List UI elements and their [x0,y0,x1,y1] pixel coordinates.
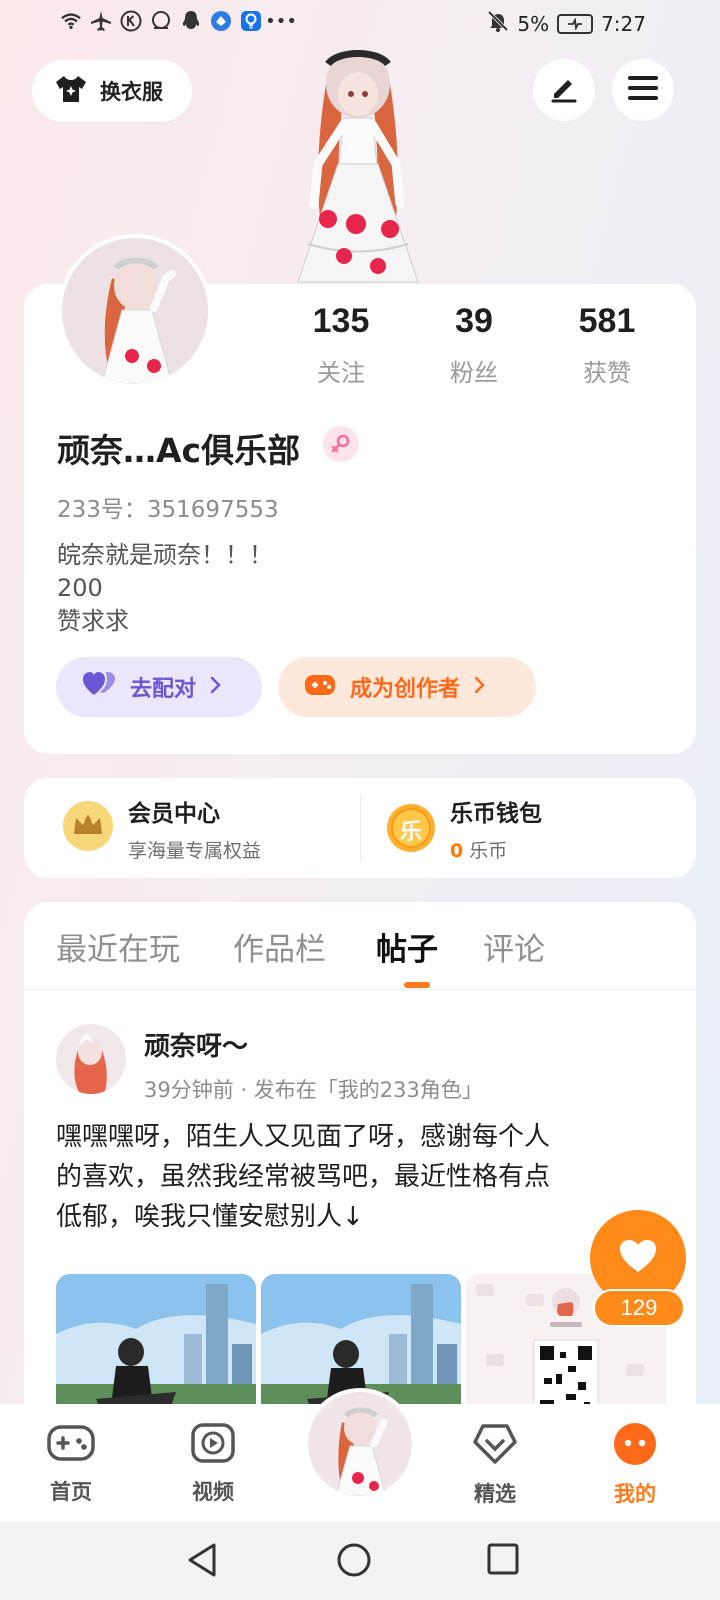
become-creator-label: 成为创作者 [350,677,461,702]
post-author-name[interactable]: 顽奈呀～ [144,1026,248,1063]
bio: 皖奈就是顽奈！！！ 200 赞求求 [57,539,273,638]
character-figure[interactable] [278,44,438,284]
fans-count: 39 [455,302,493,340]
nav-me-label: 我的 [614,1482,656,1506]
nav-me[interactable]: 我的 [590,1422,680,1508]
female-gender-icon [323,426,359,462]
k-app-icon [120,10,142,32]
post-author-avatar[interactable] [56,1024,126,1094]
nav-character-avatar[interactable] [304,1388,416,1500]
tshirt-icon [54,74,88,108]
wallet-amount: 0 [450,839,464,862]
bio-line: 皖奈就是顽奈！！！ [57,541,273,569]
hamburger-menu-icon [627,74,659,106]
post-text-line: 的喜欢，虽然我经常被骂吧，最近性格有点 [56,1162,551,1192]
qq-icon [180,10,202,32]
bulb-app-icon [240,10,262,32]
like-count: 129 [593,1289,685,1327]
member-center-subtitle: 享海量专属权益 [128,839,262,862]
become-creator-button[interactable]: 成为创作者 [278,657,536,717]
chevron-right-icon [210,675,222,700]
change-outfit-button[interactable]: 换衣服 [32,60,192,122]
change-outfit-label: 换衣服 [100,80,163,104]
match-label: 去配对 [130,677,197,702]
profile-tabs: 最近在玩 作品栏 帖子 评论 [24,902,696,990]
pen-icon [548,72,580,108]
recents-icon[interactable] [486,1542,520,1580]
home-icon[interactable] [336,1542,372,1582]
tab-recently-played[interactable]: 最近在玩 [56,924,180,969]
system-navigation-bar [0,1522,720,1600]
face-icon [612,1422,658,1470]
heart-shield-icon [471,1422,519,1470]
blue-app-icon [210,10,232,32]
nav-featured-label: 精选 [474,1482,516,1506]
divider [360,794,361,862]
stat-fans[interactable]: 39 粉丝 [414,302,534,388]
back-icon[interactable] [186,1542,218,1582]
posts-section: 最近在玩 作品栏 帖子 评论 顽奈呀～ 39分钟前 · 发布在「我的233角色」… [24,902,696,1422]
gamepad-plus-icon [304,671,336,703]
coin-wallet-entry[interactable]: 乐 乐币钱包 0 乐币 [386,778,542,878]
battery-percent: 5% [517,11,550,36]
post-text-line: 低郁，唉我只懂安慰别人↓ [56,1202,364,1232]
tab-works[interactable]: 作品栏 [233,924,326,969]
bell-muted-icon [487,10,509,37]
edit-profile-button[interactable] [533,59,595,121]
bio-line: 赞求求 [57,607,129,635]
profile-avatar[interactable] [58,234,212,388]
member-center-title: 会员中心 [128,800,220,827]
stat-following[interactable]: 135 关注 [281,302,401,388]
airplane-icon [90,10,112,32]
coin-icon: 乐 [386,803,436,853]
stat-likes[interactable]: 581 获赞 [547,302,667,388]
menu-button[interactable] [612,59,674,121]
match-button[interactable]: 去配对 [56,657,262,717]
post-text-line: 嘿嘿嘿呀，陌生人又见面了呀，感谢每个人 [56,1122,551,1152]
chevron-right-icon [474,675,486,700]
username: 顽奈…Ac俱乐部 [57,431,301,470]
play-icon [190,1422,236,1468]
bio-line: 200 [57,574,103,602]
active-tab-indicator [404,982,430,988]
post-meta: 39分钟前 · 发布在「我的233角色」 [144,1078,483,1102]
fans-label: 粉丝 [450,359,498,387]
battery-icon [557,13,594,34]
nav-video[interactable]: 视频 [168,1422,258,1506]
user-id[interactable]: 233号：351697553 [57,490,279,524]
tab-comments[interactable]: 评论 [483,924,545,969]
coin-badge-text: 乐 [399,820,422,845]
following-label: 关注 [317,359,365,387]
wallet-unit: 乐币 [463,839,508,862]
nav-video-label: 视频 [192,1480,234,1504]
status-bar: ••• 5% 7:27 [0,0,720,48]
gamepad-icon [46,1422,96,1468]
nav-home-label: 首页 [50,1480,92,1504]
heart-icon [618,1238,658,1278]
crown-icon [62,800,114,856]
post-image[interactable] [56,1274,256,1422]
likes-label: 获赞 [583,359,631,387]
more-notifications-icon: ••• [265,10,297,32]
post-text[interactable]: 嘿嘿嘿呀，陌生人又见面了呀，感谢每个人 的喜欢，虽然我经常被骂吧，最近性格有点 … [56,1117,666,1237]
likes-count: 581 [578,302,636,340]
nav-home[interactable]: 首页 [26,1422,116,1506]
wifi-icon [60,10,82,32]
nav-featured[interactable]: 精选 [450,1422,540,1508]
member-center-entry[interactable]: 会员中心 享海量专属权益 [62,778,261,878]
cloud-app-icon [150,10,172,32]
membership-card: 会员中心 享海量专属权益 乐 乐币钱包 0 乐币 [24,778,696,878]
following-count: 135 [312,302,370,340]
wallet-title: 乐币钱包 [450,800,542,827]
tab-posts[interactable]: 帖子 [376,924,438,969]
clock-time: 7:27 [601,11,646,36]
double-heart-icon [82,671,116,703]
